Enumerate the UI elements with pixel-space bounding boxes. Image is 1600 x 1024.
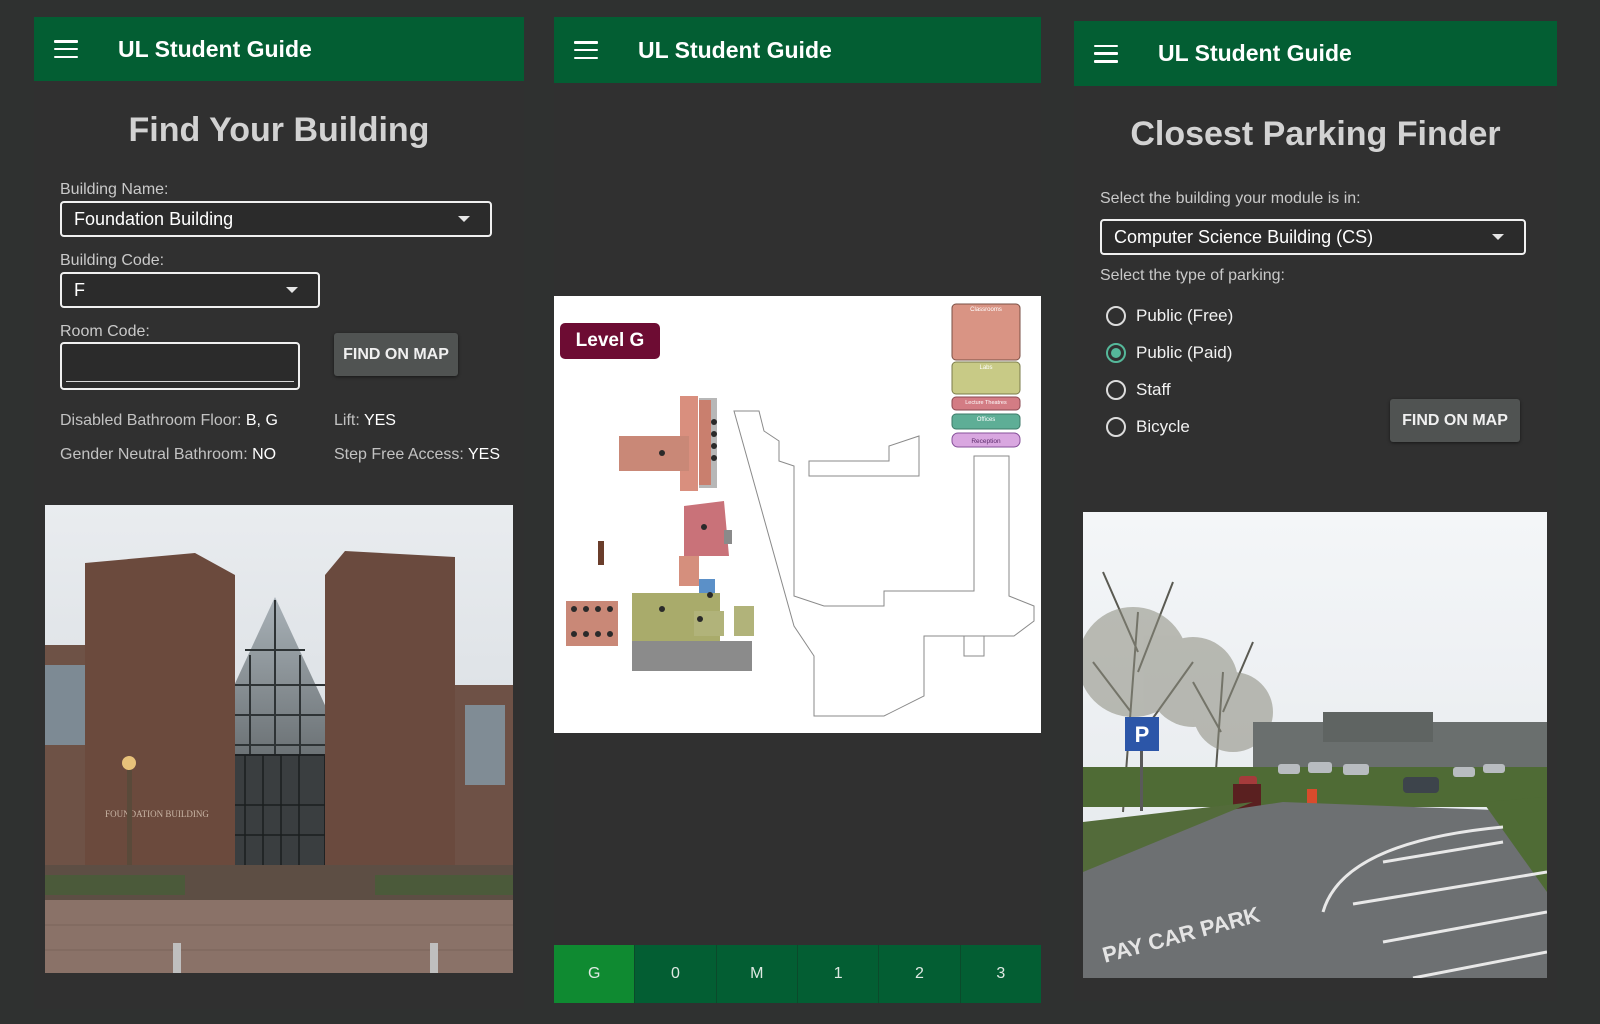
floor-map[interactable]: Classrooms Labs Lecture Theatres Offices… [554,296,1041,733]
building-code-value: F [74,279,85,300]
step-free-info: Step Free Access: YES [334,446,500,464]
parking-option-label: Bicycle [1136,417,1190,436]
lift-label: Lift: [334,412,360,429]
lift-value: YES [363,412,396,429]
radio-button[interactable] [1106,306,1126,326]
tab-floor-0[interactable]: 0 [634,945,716,1003]
parking-type-label: Select the type of parking: [1100,267,1285,284]
screen-floor-map: UL Student Guide Classrooms Labs Lecture… [554,17,1041,1003]
app-title: UL Student Guide [638,36,832,63]
parking-sign-text: P [1135,722,1150,747]
radio-button[interactable] [1106,417,1126,437]
step-free-label: Step Free Access: [334,446,464,463]
gender-neutral-label: Gender Neutral Bathroom: [60,446,248,463]
radio-button[interactable] [1106,380,1126,400]
tab-floor-m[interactable]: M [715,945,797,1003]
disabled-bathroom-label: Disabled Bathroom Floor: [60,412,242,429]
disabled-bathroom-value: B, G [245,412,278,429]
step-free-value: YES [468,446,501,463]
dropdown-arrow-icon [286,287,298,293]
building-select-value: Computer Science Building (CS) [1114,226,1374,247]
page-title: Find Your Building [128,111,430,149]
lift-info: Lift: YES [334,412,396,430]
tab-floor-g[interactable]: G [554,945,635,1003]
parking-option-label: Staff [1136,380,1171,399]
parking-option-bicycle[interactable]: Bicycle [1106,417,1190,437]
tab-floor-3[interactable]: 3 [959,945,1041,1003]
gender-neutral-info: Gender Neutral Bathroom: NO [60,446,276,464]
building-name-value: Foundation Building [74,208,234,229]
menu-icon[interactable] [574,41,598,59]
app-bar: UL Student Guide [1074,21,1557,86]
building-name-select[interactable]: Foundation Building [60,201,492,237]
input-underline [66,381,294,382]
app-title: UL Student Guide [1158,40,1352,66]
building-select[interactable]: Computer Science Building (CS) [1100,219,1526,255]
dropdown-arrow-icon [1492,234,1504,240]
screen-find-building: UL Student Guide Find Your Building Buil… [34,17,524,1009]
parking-option-staff[interactable]: Staff [1106,380,1171,400]
find-on-map-button[interactable]: FIND ON MAP [1390,399,1520,442]
parking-photo: P PAY CAR PARK [1083,512,1547,978]
room-code-label: Room Code: [60,323,150,340]
menu-icon[interactable] [54,40,78,58]
parking-option-public-paid[interactable]: Public (Paid) [1106,343,1232,363]
level-badge: Level G [560,323,660,359]
dropdown-arrow-icon [458,216,470,222]
tab-floor-1[interactable]: 1 [796,945,879,1003]
building-code-select[interactable]: F [60,272,320,308]
floor-tabs: G 0 M 1 2 3 [554,945,1041,1003]
building-select-label: Select the building your module is in: [1100,190,1361,207]
app-title: UL Student Guide [118,35,312,62]
building-code-label: Building Code: [60,252,165,269]
building-photo: FOUNDATION BUILDING [45,505,513,973]
parking-option-public-free[interactable]: Public (Free) [1106,306,1233,326]
building-name-label: Building Name: [60,181,169,198]
screen-parking-finder: UL Student Guide Closest Parking Finder … [1074,21,1557,1001]
legend-labs: Labs [979,365,992,371]
app-bar: UL Student Guide [554,17,1041,83]
legend-classrooms: Classrooms [970,307,1002,313]
radio-button-selected[interactable] [1106,343,1126,363]
gender-neutral-value: NO [252,446,277,463]
legend-lecture-theatres: Lecture Theatres [965,400,1007,406]
parking-option-label: Public (Paid) [1136,343,1233,362]
legend-offices: Offices [977,417,996,423]
room-code-input[interactable] [60,342,300,390]
building-sign-text: FOUNDATION BUILDING [105,809,209,819]
floor-plan-drawing: Classrooms Labs Lecture Theatres Offices… [566,303,1035,717]
legend-reception: Reception [971,438,1001,445]
parking-option-label: Public (Free) [1136,306,1234,325]
menu-icon[interactable] [1094,44,1118,63]
disabled-bathroom-info: Disabled Bathroom Floor: B, G [60,412,278,430]
page-title: Closest Parking Finder [1130,115,1501,153]
app-bar: UL Student Guide [34,17,524,81]
find-on-map-button[interactable]: FIND ON MAP [334,333,458,376]
tab-floor-2[interactable]: 2 [878,945,960,1003]
